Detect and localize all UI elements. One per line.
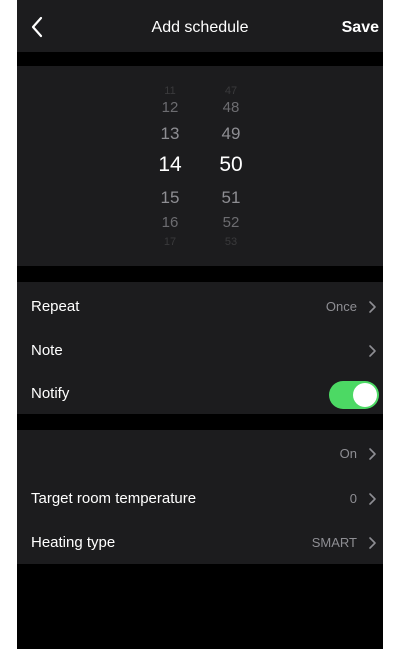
schedule-settings-section: Repeat Once Note Notify [17,282,383,414]
hour-option[interactable]: 16 [140,214,200,231]
notify-row: Notify [17,373,383,413]
save-button[interactable]: Save [342,19,379,37]
hour-wheel[interactable]: 11 12 13 14 15 16 17 [140,66,200,266]
notify-label: Notify [31,385,70,402]
minute-option[interactable]: 49 [201,124,261,144]
repeat-label: Repeat [31,298,80,315]
chevron-right-icon [369,448,376,460]
repeat-row[interactable]: Repeat Once [17,286,383,326]
power-row[interactable]: On [17,433,383,473]
minute-option-selected[interactable]: 50 [201,153,261,177]
time-picker[interactable]: 11 12 13 14 15 16 17 47 48 49 50 51 52 5… [17,66,383,266]
toggle-knob [353,383,377,407]
target-temperature-label: Target room temperature [31,490,197,507]
target-temperature-value: 0 [349,491,357,506]
minute-wheel[interactable]: 47 48 49 50 51 52 53 [201,66,261,266]
page-title: Add schedule [151,19,249,36]
minute-option[interactable]: 53 [201,236,261,248]
hour-option[interactable]: 12 [140,99,200,116]
heating-type-label: Heating type [31,534,116,551]
minute-option[interactable]: 48 [201,99,261,116]
target-temperature-row[interactable]: Target room temperature 0 [17,478,383,518]
heating-type-value: SMART [311,535,357,550]
chevron-right-icon [369,493,376,505]
repeat-value: Once [325,299,357,314]
power-value: On [339,446,357,461]
hour-option[interactable]: 17 [140,236,200,248]
navigation-bar: Add schedule Save [17,0,383,52]
heating-type-row[interactable]: Heating type SMART [17,522,383,562]
minute-option[interactable]: 47 [201,85,261,97]
hour-option[interactable]: 13 [140,124,200,144]
chevron-right-icon [369,537,376,549]
heating-settings-section: On Target room temperature 0 Heating typ… [17,430,383,564]
chevron-right-icon [369,345,376,357]
minute-option[interactable]: 52 [201,214,261,231]
note-row[interactable]: Note [17,330,383,370]
note-label: Note [31,342,63,359]
notify-toggle[interactable] [329,381,379,409]
hour-option[interactable]: 11 [140,85,200,97]
hour-option[interactable]: 15 [140,188,200,208]
chevron-right-icon [369,301,376,313]
hour-option-selected[interactable]: 14 [140,153,200,177]
app-screen: Add schedule Save 11 12 13 14 15 16 17 4… [17,0,383,649]
minute-option[interactable]: 51 [201,188,261,208]
